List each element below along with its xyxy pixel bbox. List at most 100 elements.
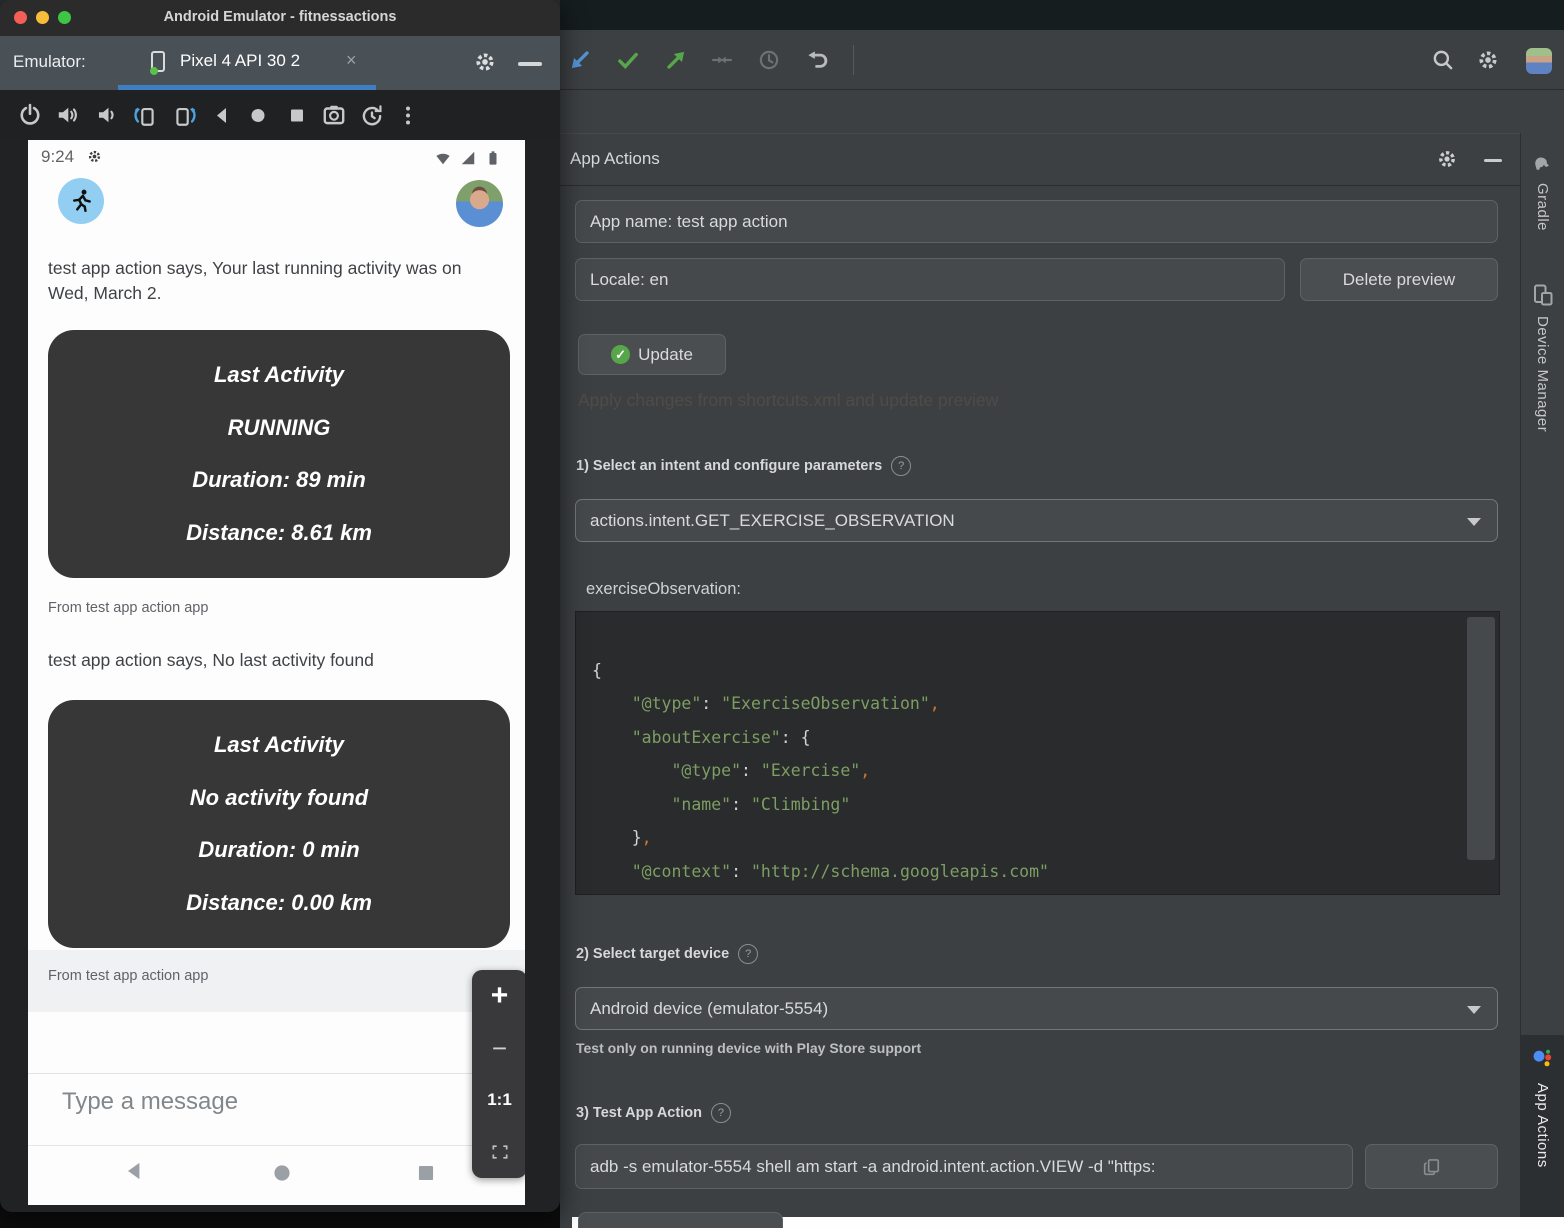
copy-icon xyxy=(1422,1157,1442,1177)
power-icon[interactable] xyxy=(17,102,43,128)
overview-icon[interactable] xyxy=(285,102,309,128)
settings-gear-icon[interactable] xyxy=(1475,47,1501,73)
tab-gradle[interactable]: Gradle xyxy=(1534,183,1551,231)
profile-avatar[interactable] xyxy=(1526,48,1552,74)
card-status: No activity found xyxy=(190,785,368,811)
help-icon[interactable]: ? xyxy=(711,1103,731,1123)
volume-down-icon[interactable] xyxy=(93,102,119,128)
chevron-down-icon xyxy=(1467,518,1481,526)
close-tab-icon[interactable]: × xyxy=(346,50,357,71)
json-parameter-editor[interactable]: { "@type": "ExerciseObservation", "about… xyxy=(575,611,1500,895)
chevron-down-icon xyxy=(1467,1006,1481,1014)
app-name-field[interactable]: App name: test app action xyxy=(575,200,1498,243)
target-device-select[interactable]: Android device (emulator-5554) xyxy=(575,987,1498,1030)
update-button[interactable]: ✓ Update xyxy=(578,334,726,375)
app-actions-panel-header: App Actions xyxy=(560,133,1520,186)
run-check-icon[interactable] xyxy=(615,47,641,73)
screenshot-camera-icon[interactable] xyxy=(321,102,347,128)
code-scrollbar[interactable] xyxy=(1467,617,1495,860)
message-input[interactable]: Type a message xyxy=(62,1088,238,1116)
search-icon[interactable] xyxy=(1430,47,1456,73)
phone-screen: 9:24 test app action says, Your last run… xyxy=(28,140,525,1205)
partial-bottom-button[interactable] xyxy=(578,1212,783,1228)
user-avatar xyxy=(456,180,503,227)
bot-avatar xyxy=(58,178,104,224)
rotate-right-icon[interactable] xyxy=(172,102,198,128)
volume-up-icon[interactable] xyxy=(55,102,81,128)
divider xyxy=(28,1073,525,1074)
emulator-toolbar xyxy=(0,90,560,140)
device-manager-icon xyxy=(1531,283,1555,307)
activity-card: Last Activity No activity found Duration… xyxy=(48,700,510,948)
runner-icon xyxy=(67,187,95,215)
zoom-reset-button[interactable]: 1:1 xyxy=(472,1074,525,1126)
zoom-in-button[interactable]: + xyxy=(472,970,525,1022)
merge-arrows-icon[interactable] xyxy=(709,47,735,73)
step-into-icon[interactable] xyxy=(567,47,593,73)
card-distance: Distance: 8.61 km xyxy=(186,520,372,546)
adb-command-field[interactable]: adb -s emulator-5554 shell am start -a a… xyxy=(575,1144,1353,1189)
delete-preview-button[interactable]: Delete preview xyxy=(1300,258,1498,301)
activity-card: Last Activity RUNNING Duration: 89 min D… xyxy=(48,330,510,578)
card-duration: Duration: 89 min xyxy=(192,467,366,493)
snapshot-restore-icon[interactable] xyxy=(359,102,385,128)
fit-to-window-icon[interactable] xyxy=(472,1126,525,1178)
locale-field[interactable]: Locale: en xyxy=(575,258,1285,301)
battery-icon xyxy=(483,148,503,168)
nav-overview-icon[interactable] xyxy=(413,1160,439,1186)
signal-icon xyxy=(458,148,478,168)
panel-minimize-icon[interactable] xyxy=(518,62,542,66)
emulator-zoom-controls: + − 1:1 xyxy=(472,970,525,1178)
attribution-label: From test app action app xyxy=(48,600,208,616)
device-tab[interactable]: Pixel 4 API 30 2 xyxy=(180,51,300,71)
card-status: RUNNING xyxy=(228,415,331,441)
divider xyxy=(28,1145,525,1146)
status-icons xyxy=(433,148,503,168)
emulator-label: Emulator: xyxy=(13,52,86,72)
section-3-label: 3) Test App Action ? xyxy=(576,1103,731,1123)
undo-icon[interactable] xyxy=(804,47,830,73)
section-2-label: 2) Select target device ? xyxy=(576,944,758,964)
gradle-icon xyxy=(1531,151,1554,174)
bot-message: test app action says, Your last running … xyxy=(48,256,480,306)
card-distance: Distance: 0.00 km xyxy=(186,890,372,916)
rotate-left-icon[interactable] xyxy=(132,102,158,128)
card-title: Last Activity xyxy=(214,362,344,388)
update-hint-text: Apply changes from shortcuts.xml and upd… xyxy=(578,390,998,411)
attribution-label: From test app action app xyxy=(48,968,208,984)
status-time: 9:24 xyxy=(41,147,74,167)
panel-minimize-icon[interactable] xyxy=(1484,159,1502,162)
device-phone-icon xyxy=(146,49,170,77)
emulator-window: Android Emulator - fitnessactions Emulat… xyxy=(0,0,560,1212)
section-1-label: 1) Select an intent and configure parame… xyxy=(576,456,911,476)
toolbar-separator xyxy=(853,45,854,75)
clock-history-icon[interactable] xyxy=(756,47,782,73)
nav-home-icon[interactable] xyxy=(269,1160,295,1186)
tab-app-actions-active[interactable]: App Actions xyxy=(1521,1035,1564,1217)
more-options-icon[interactable] xyxy=(396,102,420,128)
tab-device-manager[interactable]: Device Manager xyxy=(1534,316,1551,432)
intent-select[interactable]: actions.intent.GET_EXERCISE_OBSERVATION xyxy=(575,499,1498,542)
studio-top-strip xyxy=(560,0,1564,30)
window-title: Android Emulator - fitnessactions xyxy=(0,9,560,25)
tab-app-actions[interactable]: App Actions xyxy=(1534,1083,1551,1168)
card-title: Last Activity xyxy=(214,732,344,758)
back-icon[interactable] xyxy=(210,102,234,128)
tool-window-tab-strip: Gradle Device Manager App Actions xyxy=(1520,133,1564,1217)
emulator-settings-gear-icon[interactable] xyxy=(472,49,498,75)
parameter-label: exerciseObservation: xyxy=(586,580,741,599)
window-titlebar: Android Emulator - fitnessactions xyxy=(0,0,560,36)
assistant-icon xyxy=(1531,1047,1555,1071)
help-icon[interactable]: ? xyxy=(738,944,758,964)
status-gear-icon xyxy=(86,148,103,165)
step-out-icon[interactable] xyxy=(663,47,689,73)
zoom-out-button[interactable]: − xyxy=(472,1022,525,1074)
bot-message: test app action says, No last activity f… xyxy=(48,648,480,673)
emulator-tab-bar: Emulator: Pixel 4 API 30 2 × xyxy=(0,36,560,90)
help-icon[interactable]: ? xyxy=(891,456,911,476)
check-circle-icon: ✓ xyxy=(611,345,630,364)
panel-settings-gear-icon[interactable] xyxy=(1435,147,1459,171)
copy-command-button[interactable] xyxy=(1365,1144,1498,1189)
nav-back-icon[interactable] xyxy=(121,1158,147,1184)
home-icon[interactable] xyxy=(246,102,270,128)
